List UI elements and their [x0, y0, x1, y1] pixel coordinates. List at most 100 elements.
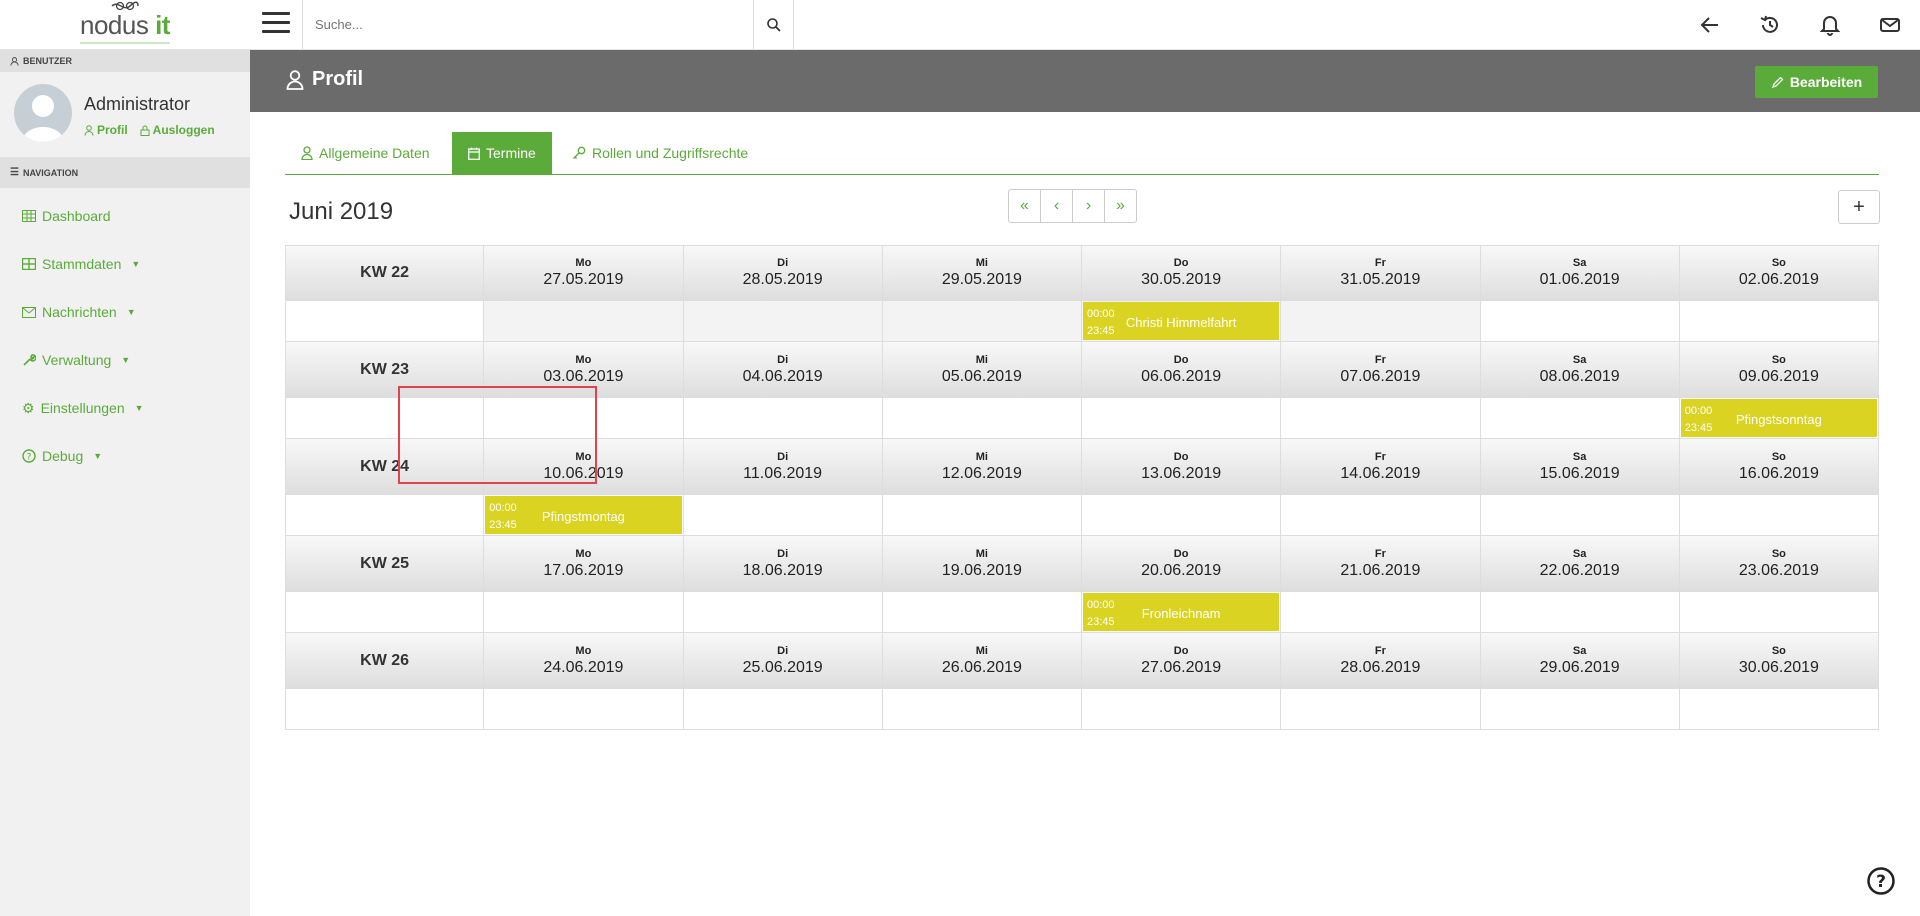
- day-header[interactable]: Sa 15.06.2019: [1480, 439, 1680, 495]
- day-header[interactable]: Do 20.06.2019: [1082, 536, 1282, 592]
- day-header[interactable]: So 23.06.2019: [1679, 536, 1879, 592]
- day-header[interactable]: Mo 27.05.2019: [484, 245, 684, 301]
- day-header[interactable]: Mi 29.05.2019: [882, 245, 1082, 301]
- day-body-cell[interactable]: [1281, 689, 1481, 730]
- day-body-cell[interactable]: [484, 301, 684, 342]
- day-header[interactable]: Mi 19.06.2019: [882, 536, 1082, 592]
- day-body-cell[interactable]: [484, 592, 684, 633]
- day-body-cell[interactable]: [1281, 398, 1481, 439]
- day-body-cell[interactable]: [1679, 592, 1879, 633]
- bell-icon[interactable]: [1818, 13, 1842, 37]
- menu-toggle-icon[interactable]: [262, 12, 290, 36]
- day-header[interactable]: Do 13.06.2019: [1082, 439, 1282, 495]
- day-body-cell[interactable]: [882, 689, 1082, 730]
- history-icon[interactable]: [1758, 13, 1782, 37]
- day-header[interactable]: Mo 10.06.2019: [484, 439, 684, 495]
- prev-page-button[interactable]: ‹: [1040, 189, 1073, 223]
- profile-link[interactable]: Profil: [84, 123, 128, 137]
- nav-item-debug[interactable]: ? Debug ▼: [0, 432, 250, 480]
- day-body-cell[interactable]: [882, 592, 1082, 633]
- day-header[interactable]: Mi 12.06.2019: [882, 439, 1082, 495]
- first-page-button[interactable]: «: [1008, 189, 1041, 223]
- day-body-cell[interactable]: [683, 689, 883, 730]
- day-body-cell[interactable]: 00:00 23:45 Christi Himmelfahrt: [1082, 301, 1282, 342]
- nav-item-dashboard[interactable]: Dashboard: [0, 192, 250, 240]
- day-body-cell[interactable]: [1480, 495, 1680, 536]
- next-page-button[interactable]: ›: [1072, 189, 1105, 223]
- day-header[interactable]: Di 11.06.2019: [683, 439, 883, 495]
- nav-item-nachrichten[interactable]: Nachrichten ▼: [0, 288, 250, 336]
- day-header[interactable]: Sa 22.06.2019: [1480, 536, 1680, 592]
- day-header[interactable]: Di 04.06.2019: [683, 342, 883, 398]
- day-header[interactable]: Sa 01.06.2019: [1480, 245, 1680, 301]
- day-header[interactable]: Mi 26.06.2019: [882, 633, 1082, 689]
- day-body-cell[interactable]: [1480, 301, 1680, 342]
- day-header[interactable]: Di 25.06.2019: [683, 633, 883, 689]
- day-body-cell[interactable]: [683, 495, 883, 536]
- day-body-cell[interactable]: [1281, 301, 1481, 342]
- edit-button[interactable]: Bearbeiten: [1755, 66, 1878, 98]
- day-body-cell[interactable]: [882, 398, 1082, 439]
- nav-item-einstellungen[interactable]: ⚙ Einstellungen ▼: [0, 384, 250, 432]
- day-body-cell[interactable]: [882, 301, 1082, 342]
- day-body-cell[interactable]: [1281, 495, 1481, 536]
- logout-link[interactable]: Ausloggen: [140, 123, 215, 137]
- day-body-cell[interactable]: 00:00 23:45 Pfingstmontag: [484, 495, 684, 536]
- day-header[interactable]: Sa 29.06.2019: [1480, 633, 1680, 689]
- day-body-cell[interactable]: [1679, 689, 1879, 730]
- day-body-cell[interactable]: 00:00 23:45 Pfingstsonntag: [1679, 398, 1879, 439]
- day-header[interactable]: So 30.06.2019: [1679, 633, 1879, 689]
- nav-item-verwaltung[interactable]: Verwaltung ▼: [0, 336, 250, 384]
- calendar-event[interactable]: 00:00 23:45 Fronleichnam: [1083, 593, 1280, 631]
- avatar[interactable]: [14, 84, 72, 142]
- day-body-cell[interactable]: [1281, 592, 1481, 633]
- day-header[interactable]: Do 27.06.2019: [1082, 633, 1282, 689]
- day-header[interactable]: Di 18.06.2019: [683, 536, 883, 592]
- day-body-cell[interactable]: [1082, 398, 1282, 439]
- day-body-cell[interactable]: [683, 301, 883, 342]
- add-appointment-button[interactable]: +: [1838, 190, 1880, 224]
- logo[interactable]: nodus it: [0, 0, 250, 50]
- day-body-cell[interactable]: [1480, 592, 1680, 633]
- day-header[interactable]: Mo 17.06.2019: [484, 536, 684, 592]
- day-header[interactable]: Fr 31.05.2019: [1281, 245, 1481, 301]
- search-input[interactable]: [302, 0, 754, 49]
- day-body-cell[interactable]: [484, 398, 684, 439]
- tab-allgemeine-daten[interactable]: Allgemeine Daten: [285, 132, 446, 174]
- day-body-cell[interactable]: [1480, 398, 1680, 439]
- day-header[interactable]: Mo 03.06.2019: [484, 342, 684, 398]
- day-header[interactable]: Do 30.05.2019: [1082, 245, 1282, 301]
- back-arrow-icon[interactable]: [1698, 13, 1722, 37]
- day-header[interactable]: Fr 28.06.2019: [1281, 633, 1481, 689]
- day-header[interactable]: Fr 07.06.2019: [1281, 342, 1481, 398]
- day-body-cell[interactable]: [484, 689, 684, 730]
- day-header[interactable]: Di 28.05.2019: [683, 245, 883, 301]
- day-header[interactable]: Mo 24.06.2019: [484, 633, 684, 689]
- day-body-cell[interactable]: [683, 398, 883, 439]
- day-header[interactable]: Fr 14.06.2019: [1281, 439, 1481, 495]
- last-page-button[interactable]: »: [1104, 189, 1137, 223]
- day-body-cell[interactable]: 00:00 23:45 Fronleichnam: [1082, 592, 1282, 633]
- day-body-cell[interactable]: [1679, 495, 1879, 536]
- day-body-cell[interactable]: [1082, 689, 1282, 730]
- tab-termine[interactable]: Termine: [452, 132, 552, 174]
- search-button[interactable]: [754, 0, 794, 49]
- day-header[interactable]: So 16.06.2019: [1679, 439, 1879, 495]
- nav-item-stammdaten[interactable]: Stammdaten ▼: [0, 240, 250, 288]
- day-body-cell[interactable]: [1480, 689, 1680, 730]
- day-header[interactable]: Fr 21.06.2019: [1281, 536, 1481, 592]
- mail-icon[interactable]: [1878, 13, 1902, 37]
- day-header[interactable]: So 02.06.2019: [1679, 245, 1879, 301]
- calendar-event[interactable]: 00:00 23:45 Pfingstmontag: [485, 496, 682, 534]
- calendar-event[interactable]: 00:00 23:45 Christi Himmelfahrt: [1083, 302, 1280, 340]
- help-icon[interactable]: ?: [1866, 866, 1896, 896]
- day-header[interactable]: Do 06.06.2019: [1082, 342, 1282, 398]
- day-body-cell[interactable]: [1679, 301, 1879, 342]
- calendar-event[interactable]: 00:00 23:45 Pfingstsonntag: [1680, 399, 1877, 437]
- day-header[interactable]: So 09.06.2019: [1679, 342, 1879, 398]
- day-body-cell[interactable]: [882, 495, 1082, 536]
- day-body-cell[interactable]: [1082, 495, 1282, 536]
- tab-rollen-und-zugriffsrechte[interactable]: Rollen und Zugriffsrechte: [556, 132, 764, 174]
- day-body-cell[interactable]: [683, 592, 883, 633]
- day-header[interactable]: Mi 05.06.2019: [882, 342, 1082, 398]
